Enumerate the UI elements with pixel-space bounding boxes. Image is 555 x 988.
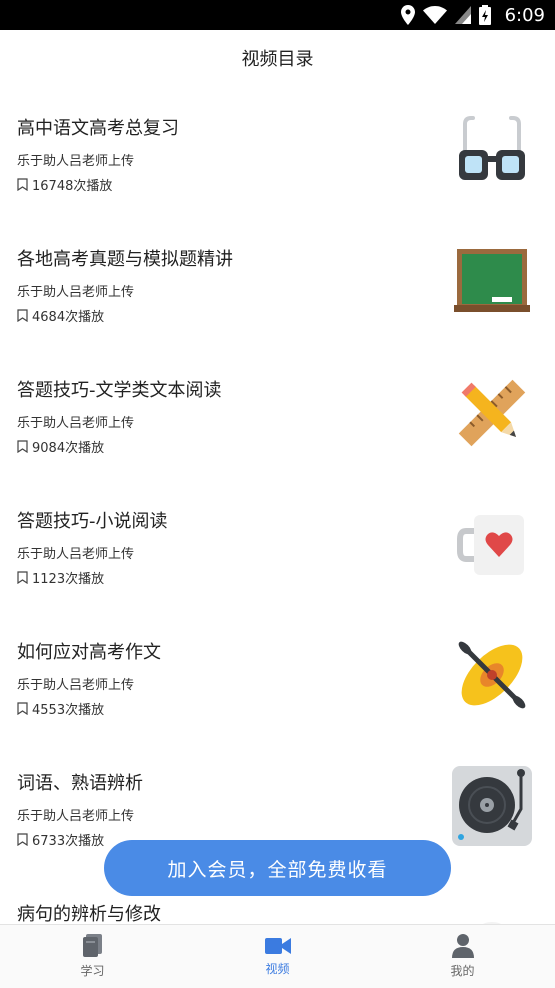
ruler-pencil-icon <box>449 370 535 456</box>
play-count: 4553次播放 <box>32 703 105 718</box>
status-bar: 6:09 <box>0 0 555 30</box>
video-item[interactable]: 高中语文高考总复习 乐于助人吕老师上传 16748次播放 <box>0 86 555 217</box>
video-uploader: 乐于助人吕老师上传 <box>17 285 135 300</box>
play-count: 4684次播放 <box>32 310 105 325</box>
video-title: 病句的辨析与修改 <box>17 904 161 924</box>
video-uploader: 乐于助人吕老师上传 <box>17 678 135 693</box>
video-list[interactable]: 高中语文高考总复习 乐于助人吕老师上传 16748次播放 各地高考真题与模拟题精… <box>0 86 555 924</box>
video-uploader: 乐于助人吕老师上传 <box>17 809 135 824</box>
play-count: 9084次播放 <box>32 441 105 456</box>
header: 视频目录 <box>0 30 555 86</box>
wifi-icon <box>422 6 447 24</box>
page-title: 视频目录 <box>241 49 314 70</box>
bookmark-icon <box>17 309 28 322</box>
video-camera-icon <box>264 938 291 954</box>
bookmark-icon <box>17 833 28 846</box>
bookmark-icon <box>17 440 28 453</box>
video-plays: 4553次播放 <box>17 699 104 718</box>
play-count: 16748次播放 <box>32 179 113 194</box>
tab-label: 我的 <box>450 964 475 978</box>
kayak-icon <box>449 632 535 718</box>
bookmark-icon <box>17 571 28 584</box>
tab-mine[interactable]: 我的 <box>370 925 555 988</box>
turntable-icon <box>449 763 535 849</box>
book-icon <box>82 934 102 957</box>
bookmark-icon <box>17 178 28 191</box>
video-title: 高中语文高考总复习 <box>17 118 179 139</box>
status-time: 6:09 <box>504 4 545 26</box>
video-item[interactable]: 各地高考真题与模拟题精讲 乐于助人吕老师上传 4684次播放 <box>0 217 555 348</box>
bottom-tab-bar: 学习 视频 我的 <box>0 924 555 988</box>
bookmark-icon <box>17 702 28 715</box>
play-count: 1123次播放 <box>32 572 105 587</box>
video-title: 词语、熟语辨析 <box>17 773 143 794</box>
battery-icon <box>478 5 491 25</box>
video-item[interactable]: 如何应对高考作文 乐于助人吕老师上传 4553次播放 <box>0 610 555 741</box>
video-plays: 16748次播放 <box>17 175 112 194</box>
video-plays: 1123次播放 <box>17 568 104 587</box>
video-title: 如何应对高考作文 <box>17 642 161 663</box>
video-title: 答题技巧-文学类文本阅读 <box>17 380 222 401</box>
tab-label: 视频 <box>265 962 290 976</box>
glasses-icon <box>449 108 535 194</box>
video-uploader: 乐于助人吕老师上传 <box>17 416 135 431</box>
signal-icon <box>454 6 471 24</box>
video-uploader: 乐于助人吕老师上传 <box>17 547 135 562</box>
video-plays: 6733次播放 <box>17 830 104 849</box>
tab-label: 学习 <box>80 964 105 978</box>
video-plays: 9084次播放 <box>17 437 104 456</box>
heart-mug-icon <box>449 501 535 587</box>
video-item[interactable]: 答题技巧-文学类文本阅读 乐于助人吕老师上传 9084次播放 <box>0 348 555 479</box>
video-item[interactable]: 答题技巧-小说阅读 乐于助人吕老师上传 1123次播放 <box>0 479 555 610</box>
tab-video[interactable]: 视频 <box>185 925 370 988</box>
chalkboard-icon <box>449 239 535 325</box>
video-uploader: 乐于助人吕老师上传 <box>17 154 135 169</box>
tab-study[interactable]: 学习 <box>0 925 185 988</box>
person-icon <box>451 934 474 958</box>
partial-icon <box>449 894 535 924</box>
video-plays: 4684次播放 <box>17 306 104 325</box>
join-membership-button[interactable]: 加入会员，全部免费收看 <box>104 840 451 896</box>
video-title: 答题技巧-小说阅读 <box>17 511 168 532</box>
location-icon <box>400 5 415 25</box>
play-count: 6733次播放 <box>32 834 105 849</box>
video-title: 各地高考真题与模拟题精讲 <box>17 249 233 270</box>
